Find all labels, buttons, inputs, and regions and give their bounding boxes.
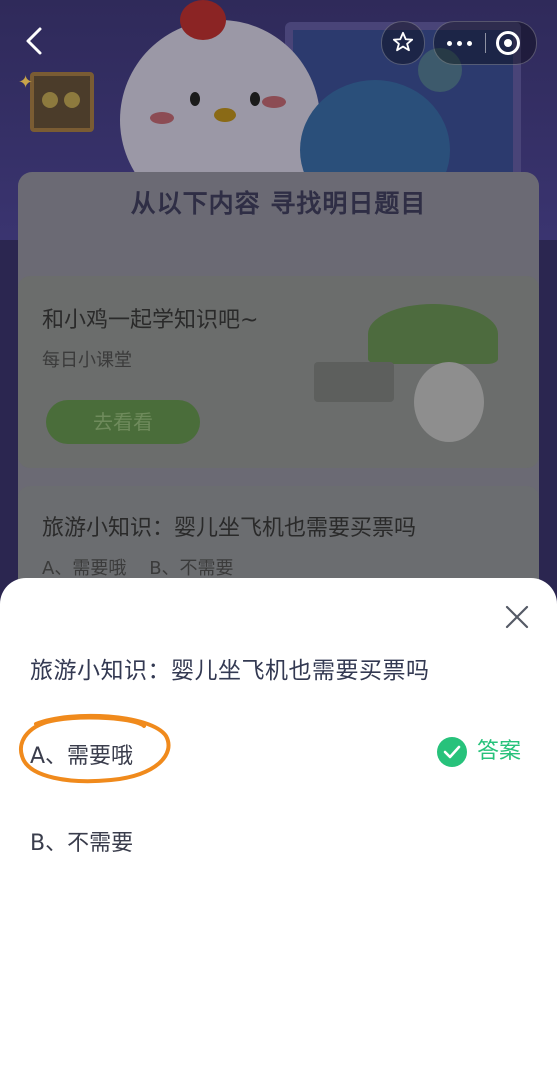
- capsule-menu: [433, 21, 537, 65]
- back-arrow-icon: [26, 27, 42, 55]
- more-dots-icon[interactable]: [447, 41, 473, 47]
- capsule-divider: [485, 33, 486, 53]
- star-outline-icon: [392, 31, 414, 52]
- mini-program-capsule: [381, 21, 537, 65]
- favorite-button[interactable]: [381, 21, 425, 65]
- close-miniprogram-icon[interactable]: [496, 31, 520, 55]
- back-button[interactable]: [22, 26, 52, 56]
- close-button[interactable]: [502, 602, 532, 632]
- close-icon: [505, 605, 529, 629]
- orange-circle-annotation: [18, 713, 171, 784]
- question-title: 旅游小知识：婴儿坐飞机也需要买票吗: [30, 658, 430, 684]
- check-circle-icon: [437, 737, 467, 767]
- answer-label: 答案: [477, 739, 522, 764]
- option-b[interactable]: B、不需要: [30, 825, 133, 857]
